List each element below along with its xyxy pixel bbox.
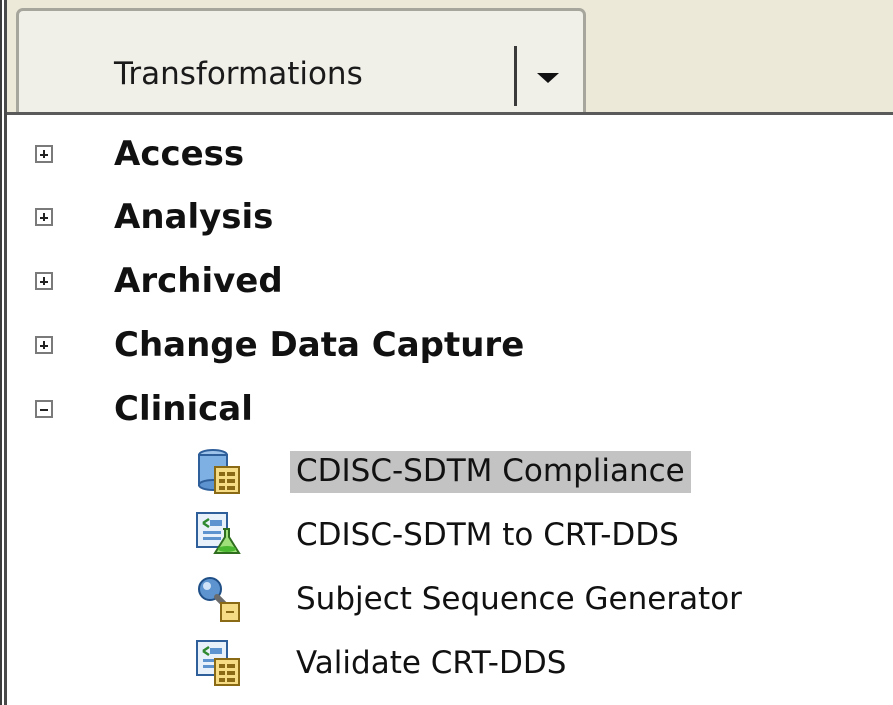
tree-item-label[interactable]: CDISC-SDTM Compliance (290, 451, 691, 493)
plus-icon[interactable] (35, 272, 53, 290)
tree-item-label[interactable]: Validate CRT-DDS (290, 643, 572, 685)
compliance-table-icon (198, 449, 240, 494)
folder-label[interactable]: Clinical (114, 389, 253, 429)
folder-label[interactable]: Analysis (114, 197, 273, 237)
tree-item-label[interactable]: Subject Sequence Generator (290, 579, 748, 621)
plus-icon[interactable] (35, 145, 53, 163)
tree-folder-clinical[interactable]: Clinical (7, 377, 893, 441)
folder-label[interactable]: Change Data Capture (114, 325, 524, 365)
folder-label[interactable]: Archived (114, 261, 283, 301)
panel-top-border (7, 112, 893, 115)
tab-dropdown-button[interactable] (519, 41, 579, 111)
tree-folder-archived[interactable]: Archived (7, 249, 893, 313)
tab-transformations[interactable]: Transformations (16, 8, 586, 114)
tree-folder-access[interactable]: Access (7, 121, 893, 185)
tree-item-validate-crt-dds[interactable]: Validate CRT-DDS (7, 635, 893, 699)
tree-item-subject-sequence-generator[interactable]: Subject Sequence Generator (7, 571, 893, 635)
plus-icon[interactable] (35, 208, 53, 226)
transformations-tree: Access Analysis Archived Change Data Cap… (7, 116, 893, 705)
xml-validate-icon (196, 640, 240, 686)
folder-label[interactable]: Access (114, 134, 244, 174)
plus-icon[interactable] (35, 336, 53, 354)
tab-label: Transformations (114, 56, 363, 92)
tab-strip: Transformations (7, 0, 893, 114)
panel-left-border (0, 0, 2, 705)
tree-item-label[interactable]: CDISC-SDTM to CRT-DDS (290, 515, 685, 557)
tree-folder-analysis[interactable]: Analysis (7, 185, 893, 249)
tree-item-cdisc-sdtm-compliance[interactable]: CDISC-SDTM Compliance (7, 443, 893, 507)
minus-icon[interactable] (35, 400, 53, 418)
tree-folder-change-data-capture[interactable]: Change Data Capture (7, 313, 893, 377)
generator-key-icon (198, 577, 240, 622)
tab-divider (514, 46, 517, 106)
xml-flask-icon (196, 512, 241, 554)
tree-item-cdisc-sdtm-to-crt-dds[interactable]: CDISC-SDTM to CRT-DDS (7, 507, 893, 571)
chevron-down-icon (537, 73, 559, 83)
